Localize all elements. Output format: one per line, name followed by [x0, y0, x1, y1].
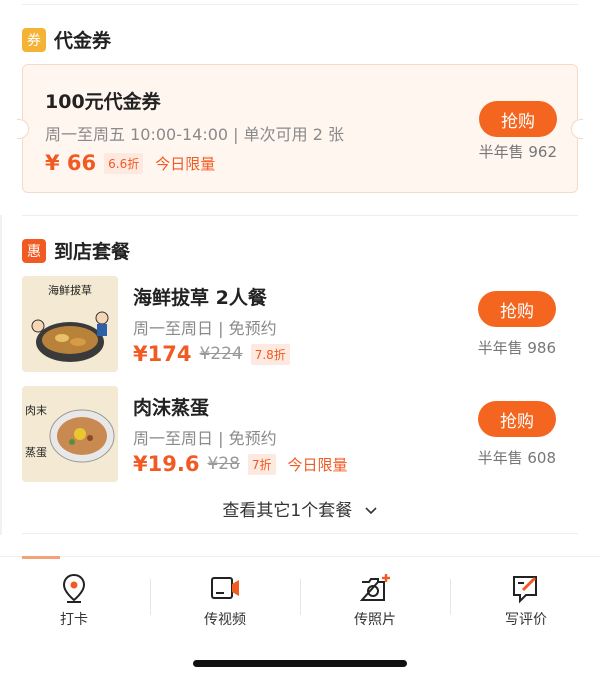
voucher-sold-count: 半年售 962 [478, 143, 557, 161]
package-limit-label: 今日限量 [287, 455, 348, 474]
voucher-card[interactable]: 100元代金券 周一至周五 10:00-14:00 | 单次可用 2 张 ¥ 6… [17, 64, 583, 193]
package-thumbnail-seafood[interactable]: 海鲜拔草 [22, 276, 118, 372]
package-buy-button[interactable]: 抢购 [478, 401, 556, 437]
write-review-label: 写评价 [505, 612, 547, 628]
package-discount-badge: 7.8折 [250, 343, 290, 365]
package-price-row: ¥19.6 ¥28 7折 今日限量 [133, 452, 348, 476]
package-discount-badge: 7折 [247, 453, 276, 475]
discount-tag-icon: 惠 [22, 238, 46, 263]
voucher-buy-button[interactable]: 抢购 [479, 101, 557, 137]
chevron-down-icon [365, 507, 377, 515]
upload-video-label: 传视频 [204, 612, 246, 628]
package-section-title: 到店套餐 [54, 241, 131, 263]
package-original-price: ¥224 [199, 344, 243, 364]
top-divider [22, 4, 578, 5]
voucher-section-title: 代金券 [54, 30, 112, 52]
voucher-section-header: 券 代金券 [22, 26, 111, 53]
seafood-thumb-text: 海鲜拔草 [48, 283, 92, 297]
left-edge [0, 215, 2, 535]
orange-accent-line [22, 556, 60, 559]
voucher-discount-badge: 6.6折 [104, 152, 144, 174]
upload-video-action[interactable]: 传视频 [175, 571, 275, 629]
action-separator [300, 579, 301, 615]
package-thumbnail-egg[interactable]: 肉末 蒸蛋 [22, 386, 118, 482]
action-separator [150, 579, 151, 615]
card-notch-left [17, 119, 29, 139]
package-desc: 周一至周日 | 免预约 [133, 319, 277, 338]
voucher-desc: 周一至周五 10:00-14:00 | 单次可用 2 张 [45, 125, 344, 144]
package-price: ¥19.6 [133, 452, 200, 476]
video-icon [208, 571, 242, 605]
camera-add-icon [358, 571, 392, 605]
package-section-header: 惠 到店套餐 [22, 237, 130, 264]
upload-photo-action[interactable]: 传照片 [325, 571, 425, 629]
package-sold-count: 半年售 608 [477, 449, 556, 467]
voucher-tag-icon: 券 [22, 27, 46, 52]
package-buy-button[interactable]: 抢购 [478, 291, 556, 327]
check-in-label: 打卡 [60, 612, 88, 628]
section-divider [22, 533, 578, 534]
package-price: ¥174 [133, 342, 192, 366]
package-original-price: ¥28 [207, 454, 240, 474]
bottom-action-bar: 打卡 传视频 传照片 写评价 [0, 556, 600, 681]
package-sold-count: 半年售 986 [477, 339, 556, 357]
egg-thumb-text-bottom: 蒸蛋 [25, 446, 47, 459]
voucher-price: ¥ 66 [45, 151, 97, 175]
package-price-row: ¥174 ¥224 7.8折 [133, 342, 290, 366]
check-in-action[interactable]: 打卡 [24, 571, 124, 629]
home-indicator[interactable] [193, 660, 407, 667]
package-desc: 周一至周日 | 免预约 [133, 429, 277, 448]
location-pin-icon [57, 571, 91, 605]
package-name[interactable]: 海鲜拔草 2人餐 [133, 283, 267, 310]
voucher-title: 100元代金券 [45, 91, 161, 113]
card-notch-right [571, 119, 583, 139]
voucher-price-row: ¥ 66 6.6折 今日限量 [45, 151, 215, 175]
package-name[interactable]: 肉沫蒸蛋 [133, 393, 209, 420]
write-review-action[interactable]: 写评价 [476, 571, 576, 629]
egg-thumb-text-top: 肉末 [25, 403, 47, 417]
write-review-icon [509, 571, 543, 605]
voucher-limit-label: 今日限量 [155, 154, 216, 173]
upload-photo-label: 传照片 [354, 612, 396, 628]
view-more-packages-link[interactable]: 查看其它1个套餐 [0, 496, 600, 521]
view-more-label: 查看其它1个套餐 [222, 501, 353, 521]
section-divider [22, 215, 578, 216]
action-separator [450, 579, 451, 615]
